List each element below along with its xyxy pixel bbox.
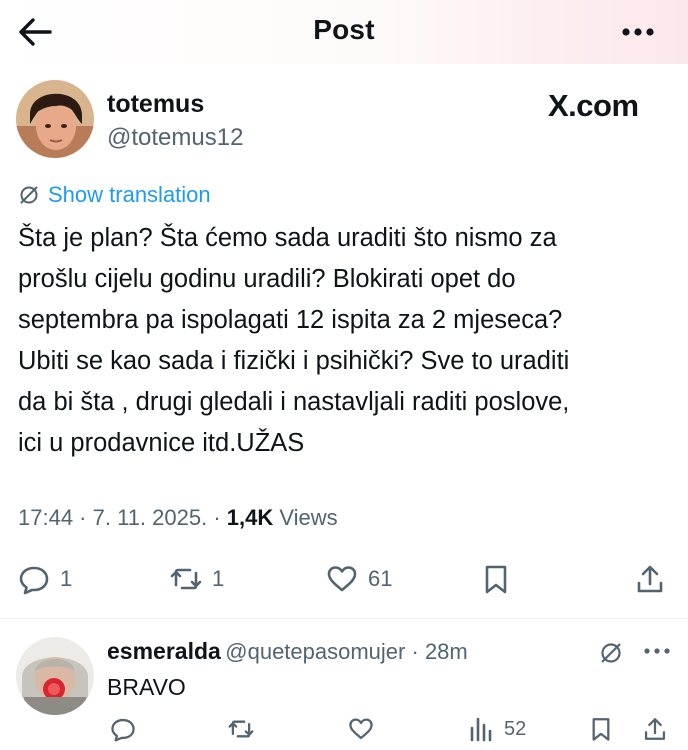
reply-views-count: 52 <box>504 717 527 740</box>
tweet-date: 7. 11. 2025. <box>92 505 208 530</box>
tweet-meta: 17:44 · 7. 11. 2025. · 1,4K Views <box>18 505 338 530</box>
avatar-image <box>16 80 94 158</box>
heart-icon <box>327 566 357 592</box>
views-count: 1,4K <box>226 505 274 530</box>
reply-bookmark-action[interactable] <box>588 716 614 742</box>
reply-author-handle[interactable]: @quetepasomujer <box>225 639 405 664</box>
reply-share-action[interactable] <box>642 716 668 742</box>
author-name[interactable]: totemus <box>107 90 204 119</box>
divider <box>0 618 688 619</box>
bookmark-action[interactable] <box>480 563 512 595</box>
repost-icon <box>170 568 202 590</box>
like-action[interactable]: 61 <box>326 563 392 595</box>
show-translation-label: Show translation <box>48 182 211 207</box>
reply-time: 28m <box>424 639 468 664</box>
reply-views-action[interactable]: 52 <box>468 716 526 742</box>
author-avatar[interactable] <box>16 80 94 158</box>
bookmark-icon <box>592 718 610 741</box>
like-count: 61 <box>368 566 393 591</box>
views-label: Views <box>279 505 338 530</box>
reply-translate-button[interactable] <box>598 640 624 666</box>
reply-like-action[interactable] <box>348 716 374 742</box>
tweet-time: 17:44 <box>18 505 74 530</box>
share-action[interactable] <box>634 563 666 595</box>
more-dots-icon <box>622 28 654 36</box>
more-button[interactable] <box>614 18 662 46</box>
heart-icon <box>349 718 373 740</box>
repost-count: 1 <box>212 566 225 591</box>
reply-author-name[interactable]: esmeralda <box>107 638 221 664</box>
reply-reply-action[interactable] <box>110 716 136 742</box>
repost-action[interactable]: 1 <box>170 563 224 595</box>
x-com-watermark: X.com <box>548 88 639 123</box>
reply-header: esmeralda @quetepasomujer · 28m <box>107 638 468 664</box>
reply-count: 1 <box>60 566 73 591</box>
reply-action[interactable]: 1 <box>18 563 72 595</box>
show-translation-link[interactable]: Show translation <box>18 181 211 209</box>
share-icon <box>637 565 663 593</box>
reply-more-button[interactable] <box>640 640 674 662</box>
bookmark-icon <box>485 565 507 594</box>
repost-icon <box>228 720 254 738</box>
author-handle[interactable]: @totemus12 <box>107 124 243 152</box>
analytics-bars-icon <box>470 717 492 742</box>
share-icon <box>644 718 666 740</box>
page-title: Post <box>313 14 375 45</box>
reply-bubble-icon <box>19 566 49 595</box>
tweet-text: Šta je plan? Šta ćemo sada uraditi što n… <box>18 224 570 457</box>
reply-author-avatar[interactable] <box>16 637 94 715</box>
more-dots-icon <box>644 648 670 654</box>
reply-bubble-icon <box>111 718 135 742</box>
translate-icon <box>20 186 38 204</box>
translate-icon <box>601 643 621 663</box>
reply-text: BRAVO <box>107 674 186 700</box>
avatar-image <box>16 637 94 715</box>
reply-repost-action[interactable] <box>228 716 254 742</box>
